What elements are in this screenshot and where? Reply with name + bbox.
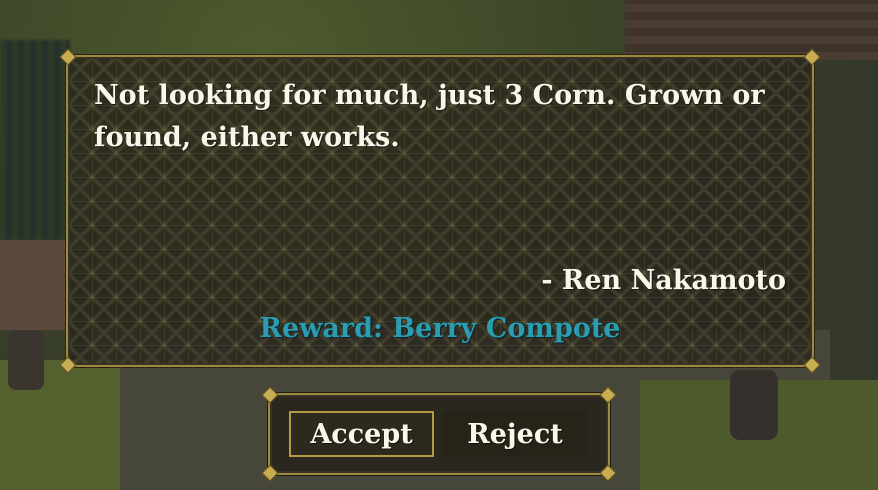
- quest-reward: Reward: Berry Compote: [259, 313, 621, 344]
- quest-giver-signature: - Ren Nakamoto: [541, 265, 786, 296]
- reject-button[interactable]: Reject: [443, 411, 587, 457]
- choice-bar: Accept Reject: [261, 386, 617, 482]
- npc-character: [730, 370, 778, 440]
- npc-character: [8, 330, 44, 390]
- quest-message: Not looking for much, just 3 Corn. Grown…: [94, 80, 765, 153]
- quest-dialog-panel: Not looking for much, just 3 Corn. Grown…: [59, 48, 821, 374]
- accept-button[interactable]: Accept: [289, 411, 434, 457]
